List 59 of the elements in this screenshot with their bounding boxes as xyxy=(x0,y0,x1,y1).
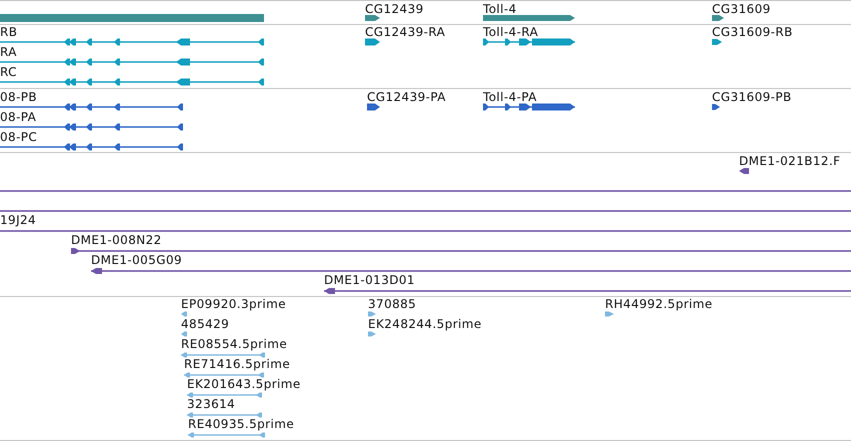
clone-glyph[interactable] xyxy=(324,288,851,294)
feature-label: Toll-4 xyxy=(483,2,517,17)
gene-glyph[interactable] xyxy=(365,15,380,21)
feature-label: RE40935.5prime xyxy=(188,417,294,432)
est-glyph[interactable] xyxy=(187,412,262,418)
feature-label: RB xyxy=(0,25,18,40)
est-glyph[interactable] xyxy=(188,432,265,438)
protein-glyph[interactable] xyxy=(0,144,183,150)
feature-label: Toll-4-RA xyxy=(483,25,538,40)
feature-label: 08-PB xyxy=(0,90,38,105)
est-glyph[interactable] xyxy=(368,312,376,316)
feature-label: DME1-008N22 xyxy=(71,233,162,248)
est-glyph[interactable] xyxy=(184,372,264,378)
est-glyph[interactable] xyxy=(181,352,265,358)
est-glyph[interactable] xyxy=(368,332,376,336)
protein-glyph[interactable] xyxy=(0,124,183,130)
feature-label: CG31609 xyxy=(712,2,771,17)
feature-label: RE71416.5prime xyxy=(184,357,290,372)
transcript-glyph[interactable] xyxy=(712,39,722,45)
feature-label: RA xyxy=(0,45,17,60)
feature-label: DME1-021B12.F xyxy=(739,154,840,169)
feature-label: 370885 xyxy=(368,297,416,312)
feature-label: CG12439 xyxy=(365,2,424,17)
feature-label: RH44992.5prime xyxy=(605,297,713,312)
clone-glyph[interactable] xyxy=(91,268,851,274)
feature-label: CG12439-PA xyxy=(367,90,446,105)
transcript-glyph[interactable] xyxy=(365,38,380,46)
feature-label: EK248244.5prime xyxy=(368,317,482,332)
gene-glyph[interactable] xyxy=(712,15,724,21)
feature-label: DME1-005G09 xyxy=(91,253,182,268)
feature-label: RE08554.5prime xyxy=(181,337,288,352)
feature-label: 08-PC xyxy=(0,130,38,145)
feature-label: EK201643.5prime xyxy=(187,377,301,392)
feature-label: 323614 xyxy=(187,397,236,412)
feature-label: Toll-4-PA xyxy=(483,90,537,105)
clone-glyph[interactable] xyxy=(739,168,749,174)
feature-label: 485429 xyxy=(181,317,230,332)
feature-label: DME1-013D01 xyxy=(324,273,415,288)
transcript-glyph[interactable] xyxy=(0,58,264,66)
transcript-glyph[interactable] xyxy=(0,78,264,86)
protein-glyph[interactable] xyxy=(712,104,720,110)
protein-glyph[interactable] xyxy=(483,104,575,110)
feature-label: 08-PA xyxy=(0,110,36,125)
protein-glyph[interactable] xyxy=(367,104,380,110)
feature-label: 19J24 xyxy=(0,213,36,228)
est-glyph[interactable] xyxy=(181,312,187,316)
feature-label: CG31609-RB xyxy=(712,25,793,40)
feature-label: CG12439-RA xyxy=(365,25,446,40)
transcript-glyph[interactable] xyxy=(0,38,264,46)
feature-label: RC xyxy=(0,65,17,80)
est-glyph[interactable] xyxy=(181,332,187,336)
clone-glyph[interactable] xyxy=(71,248,851,254)
transcript-glyph[interactable] xyxy=(483,38,575,46)
est-glyph[interactable] xyxy=(605,312,614,316)
gene-glyph[interactable] xyxy=(483,15,575,21)
protein-glyph[interactable] xyxy=(0,104,183,110)
feature-label: CG31609-PB xyxy=(712,90,792,105)
feature-label: EP09920.3prime xyxy=(181,297,286,312)
est-glyph[interactable] xyxy=(187,392,262,398)
